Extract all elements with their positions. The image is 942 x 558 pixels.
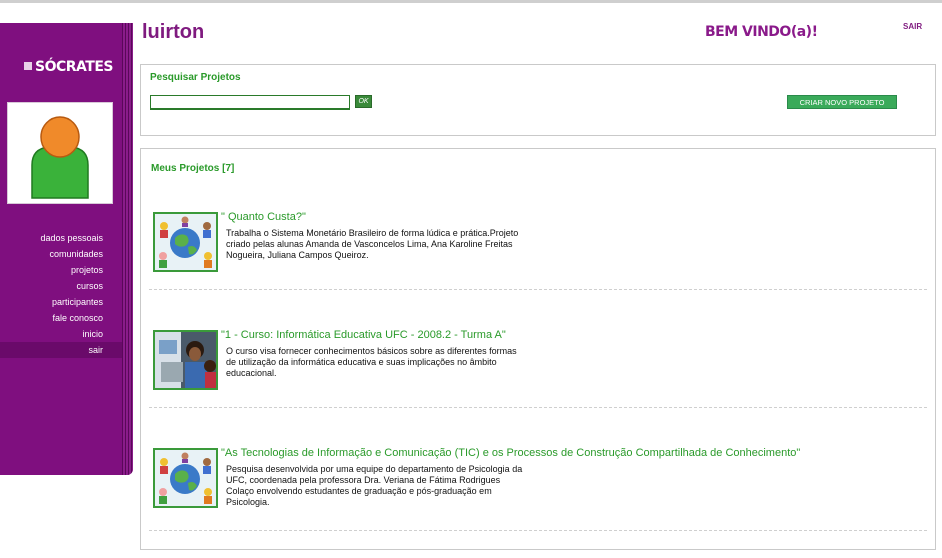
create-project-button[interactable]: CRIAR NOVO PROJETO [787,95,897,109]
welcome-text: BEM VINDO(a)! [705,24,818,40]
students-computer-photo [155,332,216,388]
project-item: "1 - Curso: Informática Educativa UFC - … [153,329,903,440]
nav-projetos[interactable]: projetos [0,262,122,278]
logout-link[interactable]: SAIR [903,22,922,31]
sidebar-stripe [122,23,133,475]
app-logo: SÓCRATES [24,59,113,75]
nav-sair[interactable]: sair [0,342,122,358]
globe-people-icon [155,450,216,506]
project-item: "As Tecnologias de Informação e Comunica… [153,447,903,558]
nav-inicio[interactable]: inicio [0,326,122,342]
project-thumbnail[interactable] [153,448,218,508]
sidebar: SÓCRATES dados pessoais comunidades proj… [0,23,133,475]
top-border [0,0,942,3]
project-title-link[interactable]: " Quanto Custa?" [221,211,306,223]
projects-panel: Meus Projetos [7] " Quanto Custa?" Traba… [140,148,936,550]
sidebar-nav: dados pessoais comunidades projetos curs… [0,230,122,358]
project-description: O curso visa fornecer conhecimentos bási… [226,346,517,378]
nav-participantes[interactable]: participantes [0,294,122,310]
projects-title: Meus Projetos [7] [151,163,235,174]
project-description: Pesquisa desenvolvida por uma equipe do … [226,464,523,507]
project-divider [149,407,927,408]
project-description: Trabalha o Sistema Monetário Brasileiro … [226,228,519,260]
nav-dados-pessoais[interactable]: dados pessoais [0,230,122,246]
search-title: Pesquisar Projetos [150,72,241,83]
logo-text: SÓCRATES [35,59,113,75]
user-name-heading: luirton [142,21,205,43]
nav-comunidades[interactable]: comunidades [0,246,122,262]
project-title-link[interactable]: "1 - Curso: Informática Educativa UFC - … [221,329,506,341]
nav-fale-conosco[interactable]: fale conosco [0,310,122,326]
search-panel: Pesquisar Projetos OK CRIAR NOVO PROJETO [140,64,936,136]
nav-cursos[interactable]: cursos [0,278,122,294]
project-thumbnail[interactable] [153,212,218,272]
user-avatar [7,102,113,204]
project-divider [149,289,927,290]
project-title-link[interactable]: "As Tecnologias de Informação e Comunica… [221,447,800,459]
search-input[interactable] [150,95,350,110]
project-item: " Quanto Custa?" Trabalha o Sistema Mone… [153,211,903,322]
user-avatar-icon [31,116,89,199]
ok-button[interactable]: OK [355,95,372,108]
globe-people-icon [155,214,216,270]
logo-mark-icon [24,62,32,70]
project-thumbnail[interactable] [153,330,218,390]
